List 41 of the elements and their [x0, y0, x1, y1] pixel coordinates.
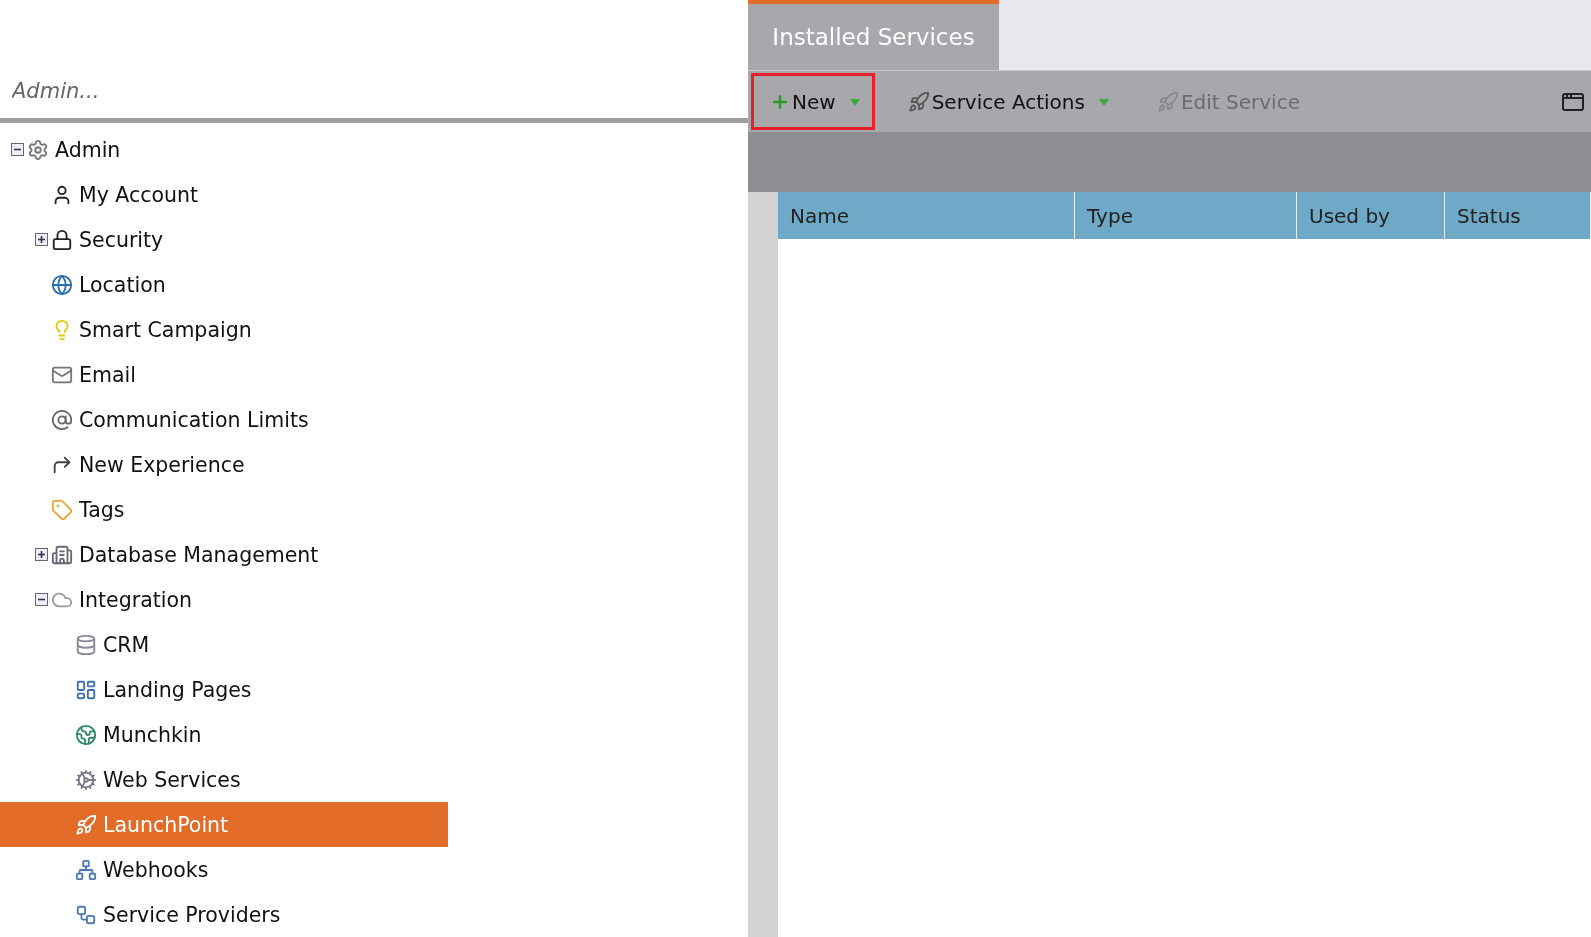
tree-item[interactable]: CRM — [0, 622, 448, 667]
tree-item[interactable]: Location — [0, 262, 448, 307]
column-header[interactable]: Status — [1445, 192, 1591, 239]
tree-item[interactable]: New Experience — [0, 442, 448, 487]
toolbar-button[interactable]: Service Actions — [888, 73, 1124, 130]
tag-icon — [51, 498, 73, 521]
rocket-icon — [907, 90, 930, 113]
tree-item[interactable]: Smart Campaign — [0, 307, 448, 352]
network-icon — [75, 858, 97, 881]
gear-icon — [27, 138, 49, 161]
tree-item[interactable]: Email — [0, 352, 448, 397]
collapse-icon[interactable] — [35, 593, 48, 606]
expand-icon[interactable] — [35, 548, 48, 561]
globe-icon — [51, 273, 73, 296]
column-header[interactable]: Type — [1075, 192, 1297, 239]
rocket-icon — [75, 813, 97, 836]
tree-item[interactable]: Admin — [0, 127, 448, 172]
page-layout-icon — [75, 678, 97, 701]
network-icon — [75, 903, 97, 926]
tree-item[interactable]: Web Services — [0, 757, 448, 802]
tree-item[interactable]: Database Management — [0, 532, 448, 577]
tree-item[interactable]: Landing Pages — [0, 667, 448, 712]
rocket-icon — [1156, 90, 1179, 113]
toolbar-button[interactable]: New — [751, 73, 875, 130]
tree-item[interactable]: Integration — [0, 577, 448, 622]
globe-icon — [75, 723, 97, 746]
tree-item[interactable]: Munchkin — [0, 712, 448, 757]
tree-item[interactable]: Communication Limits — [0, 397, 448, 442]
tree-item[interactable]: Webhooks — [0, 847, 448, 892]
tree-item[interactable]: Service Providers — [0, 892, 448, 937]
collapse-icon[interactable] — [11, 143, 24, 156]
tree-item[interactable]: Security — [0, 217, 448, 262]
column-header[interactable]: Used by — [1297, 192, 1445, 239]
database-icon — [75, 633, 97, 656]
building-icon — [51, 543, 73, 566]
at-sign-icon — [51, 408, 73, 431]
tree-item[interactable]: Tags — [0, 487, 448, 532]
expand-icon[interactable] — [35, 233, 48, 246]
tree-item[interactable]: My Account — [0, 172, 448, 217]
padlock-icon — [51, 228, 73, 251]
column-header[interactable]: Name — [778, 192, 1075, 239]
